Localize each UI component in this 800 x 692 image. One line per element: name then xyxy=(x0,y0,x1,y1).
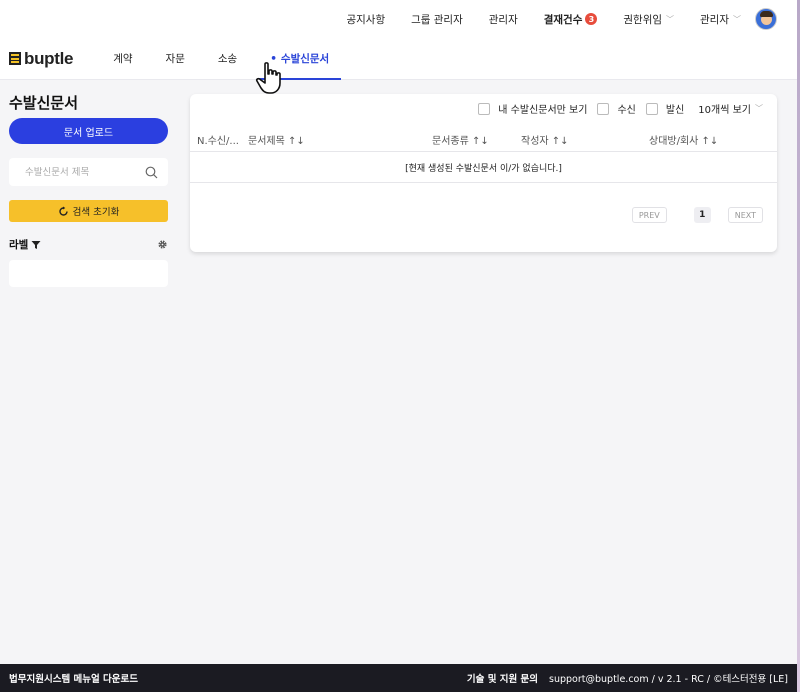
chevron-down-icon: ﹀ xyxy=(755,104,763,113)
support-title: 기술 및 지원 문의 xyxy=(466,674,539,685)
nav-tab-litigation[interactable]: 소송 xyxy=(206,38,249,80)
footer-support: 기술 및 지원 문의 support@buptle.com / v 2.1 - … xyxy=(467,671,788,685)
filter-sent-checkbox[interactable] xyxy=(645,102,658,115)
brand-logo[interactable]: buptle xyxy=(9,48,74,69)
reset-search-button[interactable]: 검색 초기화 xyxy=(9,200,168,222)
topbar-link-admin[interactable]: 관리자 xyxy=(489,12,518,27)
brand-name: buptle xyxy=(24,48,74,68)
label-title: 라벨 xyxy=(9,237,41,252)
topbar-admin-dropdown[interactable]: 관리자 ﹀ xyxy=(700,12,741,27)
column-header-title[interactable]: 문서제목 ↑↓ xyxy=(248,132,305,147)
filter-mine-checkbox[interactable] xyxy=(478,102,491,115)
topbar-link-notice[interactable]: 공지사항 xyxy=(346,12,385,27)
page-number-current[interactable]: 1 xyxy=(693,207,711,223)
per-page-select[interactable]: 10개씩 보기 ﹀ xyxy=(698,101,763,116)
empty-table-message: [현재 생성된 수발신문서 이/가 없습니다.] xyxy=(190,152,777,183)
delegation-label: 권한위임 xyxy=(623,13,663,26)
top-utility-bar: 공지사항 그룹 관리자 관리자 결재건수 3 권한위임 ﹀ 관리자 ﹀ xyxy=(0,0,797,38)
column-header-number[interactable]: N.수신/... xyxy=(197,132,239,147)
support-info: support@buptle.com / v 2.1 - RC / ©테스터전용… xyxy=(549,674,788,685)
per-page-value: 10개씩 보기 xyxy=(698,105,751,116)
filter-received-label: 수신 xyxy=(617,105,636,116)
manual-download-link[interactable]: 법무지원시스템 메뉴얼 다운로드 xyxy=(9,671,138,685)
column-header-counterparty[interactable]: 상대방/회사 ↑↓ xyxy=(649,132,718,147)
table-filters: 내 수발신문서만 보기 수신 발신 10개씩 보기 ﹀ xyxy=(468,101,763,116)
next-page-button[interactable]: NEXT xyxy=(727,207,763,223)
label-section-header: 라벨 xyxy=(9,237,168,252)
column-header-author[interactable]: 작성자 ↑↓ xyxy=(521,132,569,147)
topbar-delegation-dropdown[interactable]: 권한위임 ﹀ xyxy=(623,12,674,27)
footer: 법무지원시스템 메뉴얼 다운로드 기술 및 지원 문의 support@bupt… xyxy=(0,664,797,692)
nav-tab-contract[interactable]: 계약 xyxy=(101,38,144,80)
upload-document-button[interactable]: 문서 업로드 xyxy=(9,118,168,144)
admin-menu-label: 관리자 xyxy=(700,13,729,26)
label-title-text: 라벨 xyxy=(9,239,29,251)
topbar-link-group-admin[interactable]: 그룹 관리자 xyxy=(411,12,463,27)
topbar-pending-approvals[interactable]: 결재건수 3 xyxy=(544,12,598,27)
reset-search-label: 검색 초기화 xyxy=(72,207,120,218)
main-navbar: buptle 계약 자문 소송 수발신문서 xyxy=(0,38,797,80)
title-search-input[interactable] xyxy=(25,166,135,178)
pagination: PREV 1 NEXT xyxy=(631,207,763,223)
gear-icon[interactable] xyxy=(157,239,168,250)
title-search-box xyxy=(9,158,168,186)
nav-tab-advisory[interactable]: 자문 xyxy=(154,38,197,80)
filter-received-checkbox[interactable] xyxy=(597,102,610,115)
logo-icon xyxy=(9,52,21,65)
chevron-down-icon: ﹀ xyxy=(666,14,675,24)
documents-table-card: 내 수발신문서만 보기 수신 발신 10개씩 보기 ﹀ N.수신/... 문서제… xyxy=(190,94,777,252)
hand-cursor-icon xyxy=(255,62,281,94)
filter-icon[interactable] xyxy=(31,240,41,250)
filter-received[interactable]: 수신 xyxy=(597,101,636,116)
prev-page-button[interactable]: PREV xyxy=(631,207,667,223)
user-avatar[interactable] xyxy=(755,8,777,30)
filter-sent-label: 발신 xyxy=(665,105,685,116)
pending-approvals-label: 결재건수 xyxy=(543,13,583,26)
column-header-type[interactable]: 문서종류 ↑↓ xyxy=(432,132,489,147)
pending-count-badge: 3 xyxy=(585,13,598,25)
table-header: N.수신/... 문서제목 ↑↓ 문서종류 ↑↓ 작성자 ↑↓ 상대방/회사 ↑… xyxy=(190,122,777,152)
avatar-hair xyxy=(760,11,773,17)
filter-mine-label: 내 수발신문서만 보기 xyxy=(498,105,588,116)
search-icon[interactable] xyxy=(145,166,158,179)
filter-mine-only[interactable]: 내 수발신문서만 보기 xyxy=(478,101,587,116)
nav-tabs: 계약 자문 소송 수발신문서 xyxy=(101,38,350,80)
chevron-down-icon: ﹀ xyxy=(733,14,741,24)
refresh-icon xyxy=(58,206,68,216)
label-list xyxy=(9,260,168,287)
filter-sent[interactable]: 발신 xyxy=(645,101,685,116)
page-title: 수발신문서 xyxy=(9,94,79,112)
